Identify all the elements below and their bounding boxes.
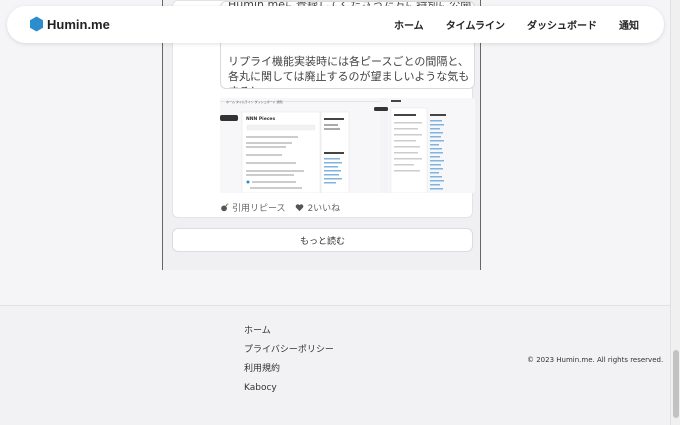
post-actions: 引用リピース 2いいね — [220, 201, 347, 215]
like-count-label: 2いいね — [307, 204, 341, 214]
nav-notifications[interactable]: 通知 — [619, 17, 639, 32]
quote-repiece-label: 引用リピース — [232, 204, 286, 214]
heart-icon — [296, 204, 304, 212]
attached-screenshot-image: ホーム タイムライン ダッシュボード 通知 NNN Pieces — [220, 98, 475, 193]
quoted-piece-body: リプライ機能実装時には各ピースごとの間隔と、各丸に関しては廃止するのが望ましいよ… — [228, 55, 470, 88]
site-header: Humin.me ホーム タイムライン ダッシュボード 通知 — [7, 6, 664, 43]
hexagon-logo-icon — [30, 16, 43, 32]
page-scrollbar[interactable] — [670, 0, 680, 425]
nav-dashboard[interactable]: ダッシュボード — [527, 17, 597, 32]
site-footer: ホーム プライバシーポリシー 利用規約 Kabocy © 2023 Humin.… — [0, 305, 670, 425]
attached-screenshot[interactable]: ホーム タイムライン ダッシュボード 通知 NNN Pieces — [220, 98, 475, 193]
load-more-button[interactable]: もっと読む — [172, 228, 473, 252]
nav-timeline[interactable]: タイムライン — [446, 17, 505, 32]
copyright-text: © 2023 Humin.me. All rights reserved. — [527, 356, 664, 364]
logo-text: Humin.me — [47, 16, 110, 32]
footer-link-home[interactable]: ホーム — [244, 324, 334, 343]
footer-link-kabocy[interactable]: Kabocy — [244, 381, 334, 400]
like-button[interactable]: 2いいね — [295, 201, 340, 214]
scrollbar-thumb[interactable] — [673, 350, 679, 418]
site-logo[interactable]: Humin.me — [29, 16, 110, 32]
screenshot-title: NNN Pieces — [246, 116, 275, 122]
screenshot-header-nav: ホーム タイムライン ダッシュボード 通知 — [226, 99, 283, 104]
quote-repiece-button[interactable]: 引用リピース — [220, 201, 286, 214]
main-nav: ホーム タイムライン ダッシュボード 通知 — [372, 6, 639, 43]
footer-link-privacy[interactable]: プライバシーポリシー — [244, 343, 334, 362]
footer-link-terms[interactable]: 利用規約 — [244, 362, 334, 381]
nav-home[interactable]: ホーム — [394, 17, 424, 32]
footer-links: ホーム プライバシーポリシー 利用規約 Kabocy — [244, 324, 334, 400]
bomb-icon — [221, 203, 229, 212]
